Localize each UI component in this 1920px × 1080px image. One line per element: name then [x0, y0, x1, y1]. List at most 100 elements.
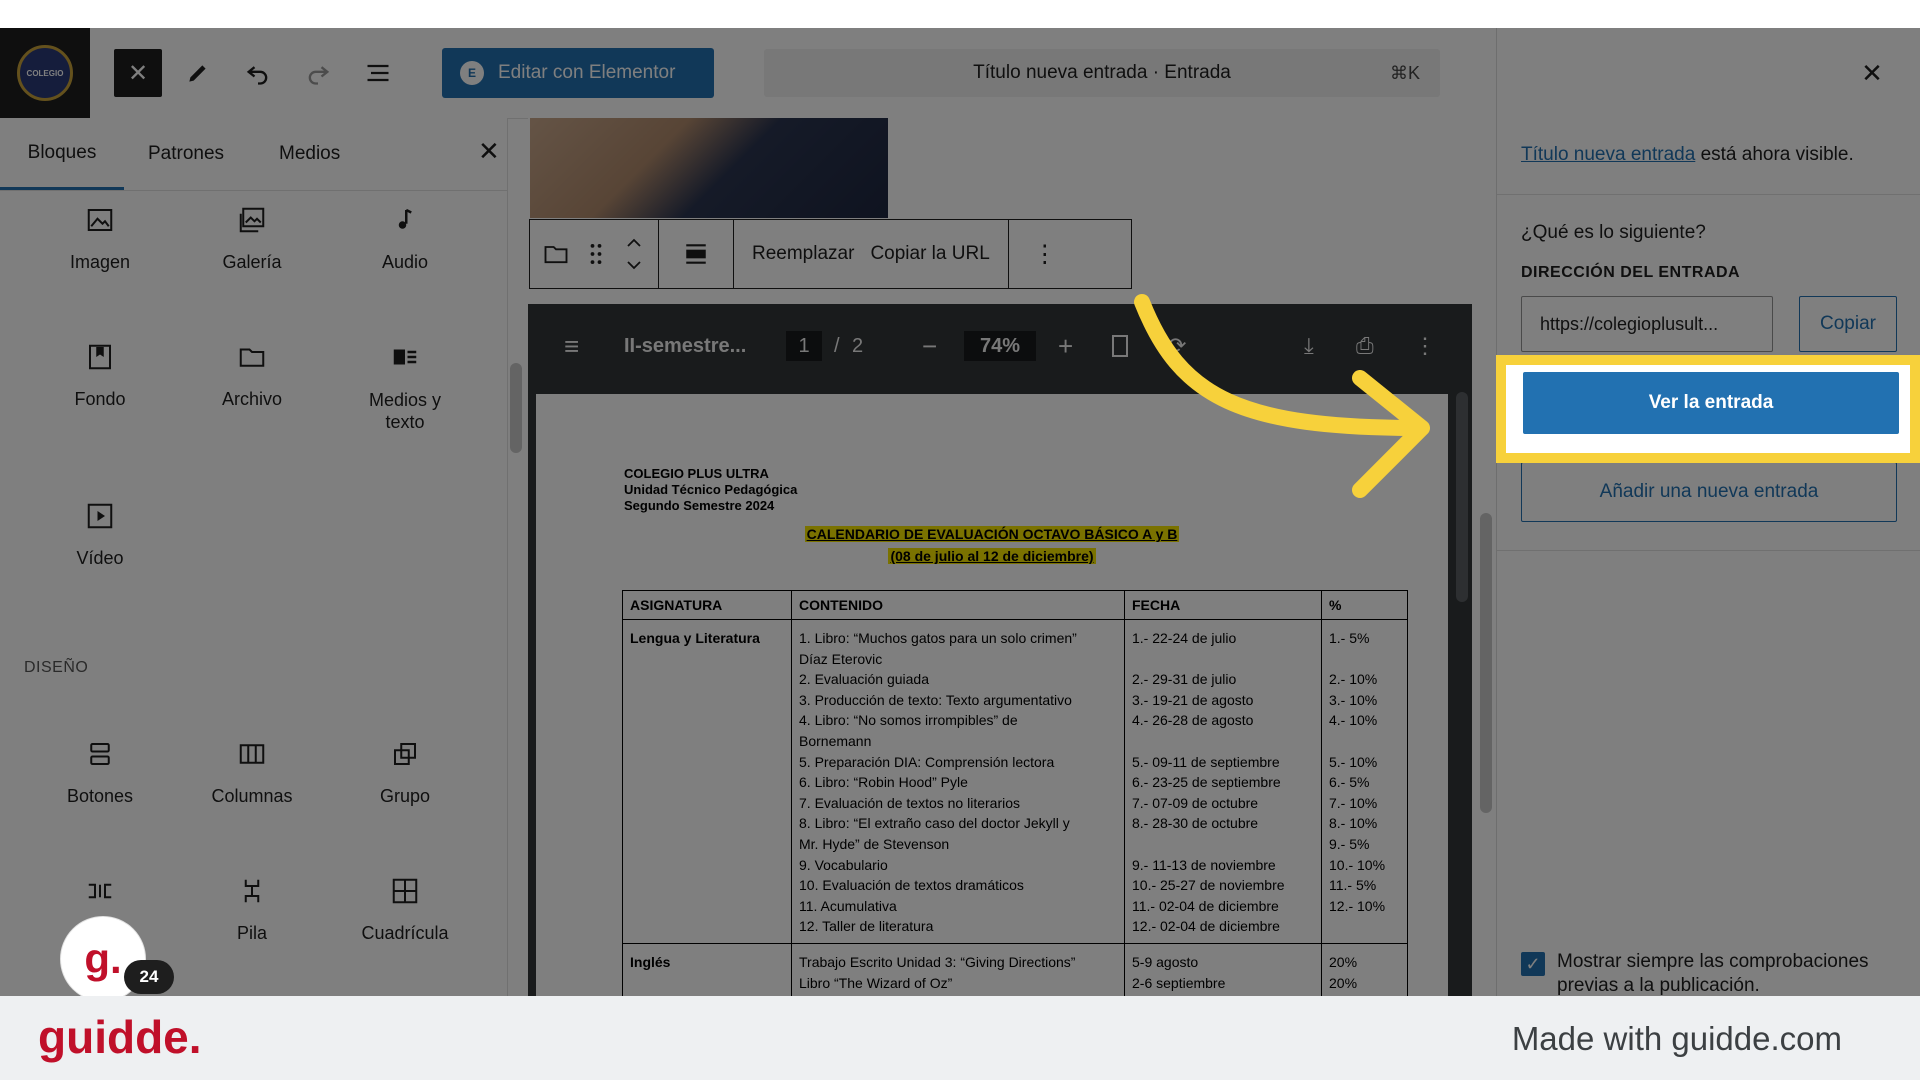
content-cell: 1. Libro: “Muchos gatos para un solo cri…	[791, 619, 1125, 944]
align-button[interactable]	[659, 220, 734, 288]
zoom-level[interactable]: 74%	[964, 331, 1036, 361]
post-image[interactable]	[530, 118, 888, 218]
inserter-scrollbar[interactable]	[510, 363, 522, 453]
percent-line: 6.- 5%	[1329, 774, 1370, 791]
block-audio[interactable]: Audio	[330, 200, 480, 273]
calendar-dates: (08 de julio al 12 de diciembre)	[888, 548, 1096, 564]
content-cell: Trabajo Escrito Unidad 3: “Giving Direct…	[791, 942, 1125, 996]
made-with-label: Made with guidde.com	[1511, 1020, 1842, 1057]
elementor-icon: E	[460, 61, 484, 85]
command-palette-bar[interactable]: Título nueva entrada · Entrada ⌘K	[764, 49, 1440, 97]
page-number-input[interactable]: 1	[786, 331, 822, 361]
drag-handle-icon[interactable]	[586, 240, 606, 268]
published-message: Título nueva entrada está ahora visible.	[1521, 144, 1854, 166]
list-view-icon	[367, 64, 389, 82]
edit-with-elementor-button[interactable]: E Editar con Elementor	[442, 48, 714, 98]
close-icon: ✕	[1861, 57, 1883, 88]
subject-cell: Inglés	[622, 942, 792, 996]
date-cell: 1.- 22-24 de julio 2.- 29-31 de julio 3.-…	[1124, 619, 1322, 944]
buttons-icon	[90, 743, 110, 765]
tab-bloques[interactable]: Bloques	[0, 118, 124, 190]
music-note-icon	[398, 208, 412, 229]
percent-line	[1329, 916, 1400, 937]
calendar-title: CALENDARIO DE EVALUACIÓN OCTAVO BÁSICO A…	[804, 526, 1180, 542]
percent-line	[1329, 731, 1400, 752]
add-new-post-button[interactable]: Añadir una nueva entrada	[1521, 462, 1897, 522]
block-label: Fondo	[74, 389, 126, 409]
tools-button[interactable]	[174, 49, 222, 97]
block-columnas[interactable]: Columnas	[177, 734, 327, 807]
site-logo[interactable]: COLEGIO	[0, 28, 90, 118]
content-line: 1. Libro: “Muchos gatos para un solo cri…	[799, 630, 1077, 646]
table-row: Inglés Trabajo Escrito Unidad 3: “Giving…	[622, 942, 1408, 996]
address-label: DIRECCIÓN DEL ENTRADA	[1521, 264, 1741, 281]
document-title: CALENDARIO DE EVALUACIÓN OCTAVO BÁSICO A…	[536, 526, 1448, 542]
content-line: 2. Evaluación guiada	[799, 671, 929, 688]
zoom-out-icon[interactable]: −	[922, 331, 937, 362]
redo-button[interactable]	[294, 49, 342, 97]
block-galeria[interactable]: Galería	[177, 200, 327, 273]
published-suffix: está ahora visible.	[1695, 144, 1854, 165]
document-overview-button[interactable]	[354, 49, 402, 97]
percent-line: 10.- 10%	[1329, 856, 1386, 873]
more-options-button[interactable]: ⋮	[1009, 220, 1081, 288]
block-type-group	[530, 220, 659, 288]
inserter-tabs: Bloques Patrones Medios ✕	[0, 118, 507, 191]
block-fondo[interactable]: Fondo	[25, 337, 175, 410]
block-medios-y-texto[interactable]: Medios y texto	[330, 337, 480, 433]
replace-button[interactable]: Reemplazar	[752, 243, 854, 265]
percent-line: 5.- 10%	[1329, 753, 1378, 770]
view-post-button[interactable]: Ver la entrada	[1523, 372, 1899, 434]
page-total: 2	[852, 334, 864, 357]
copy-url-button[interactable]: Copiar la URL	[870, 243, 989, 265]
content-line: 9. Vocabulario	[799, 856, 888, 873]
document-header: COLEGIO PLUS ULTRA Unidad Técnico Pedagó…	[624, 466, 797, 514]
divider	[1497, 550, 1920, 551]
date-cell: 5-9 agosto 2-6 septiembre	[1124, 942, 1322, 996]
move-up-down-icon[interactable]	[622, 234, 646, 274]
percent-line: 20%	[1329, 974, 1358, 991]
block-video[interactable]: Vídeo	[25, 496, 175, 569]
editor-header: COLEGIO ✕ E Editar con Elementor Título …	[0, 28, 1920, 119]
date-line: 12.- 02-04 de diciembre	[1132, 918, 1280, 935]
block-pila[interactable]: Pila	[177, 871, 327, 944]
canvas-scrollbar[interactable]	[1480, 513, 1492, 813]
tab-medios[interactable]: Medios	[279, 118, 340, 190]
tab-patrones[interactable]: Patrones	[148, 118, 224, 190]
block-label: Archivo	[221, 389, 283, 409]
percent-line: 7.- 10%	[1329, 794, 1378, 811]
post-url-field[interactable]: https://colegioplusult...	[1521, 296, 1773, 352]
date-line: 1.- 22-24 de julio	[1132, 630, 1237, 646]
date-line: 5.- 09-11 de septiembre	[1132, 753, 1280, 770]
date-line: 5-9 agosto	[1132, 953, 1199, 970]
highlight-box: Ver la entrada	[1496, 355, 1920, 463]
close-panel-button[interactable]: ✕	[1852, 49, 1892, 97]
pdf-scrollbar[interactable]	[1456, 392, 1468, 602]
block-imagen[interactable]: Imagen	[25, 200, 175, 273]
block-botones[interactable]: Botones	[25, 734, 175, 807]
date-line	[1132, 731, 1314, 752]
content-line: Libro “The Wizard of Oz”	[799, 974, 953, 991]
block-toolbar: Reemplazar Copiar la URL ⋮	[529, 219, 1132, 289]
prepublish-checkbox-label: Mostrar siempre las comprobaciones previ…	[1557, 951, 1869, 996]
menu-icon[interactable]: ≡	[564, 331, 579, 362]
post-title-link[interactable]: Título nueva entrada	[1521, 144, 1695, 165]
edit-with-elementor-label: Editar con Elementor	[498, 62, 676, 83]
date-line: 4.- 26-28 de agosto	[1132, 712, 1254, 729]
undo-button[interactable]	[234, 49, 282, 97]
column-header: %	[1321, 590, 1408, 620]
close-inserter-button[interactable]: ✕	[114, 49, 162, 97]
zoom-in-icon[interactable]: +	[1058, 331, 1073, 362]
group-icon	[394, 743, 416, 765]
percent-line: 8.- 10%	[1329, 815, 1378, 832]
prepublish-checkbox[interactable]: ✓	[1521, 952, 1545, 976]
column-header: CONTENIDO	[791, 590, 1125, 620]
close-inserter-icon[interactable]: ✕	[478, 136, 500, 167]
editor-canvas: Reemplazar Copiar la URL ⋮ ≡ II-semestre…	[528, 118, 1496, 996]
folder-icon[interactable]	[542, 240, 570, 268]
copy-url-button[interactable]: Copiar	[1799, 296, 1897, 352]
block-label: Vídeo	[76, 548, 124, 568]
block-archivo[interactable]: Archivo	[177, 337, 327, 410]
block-cuadricula[interactable]: Cuadrícula	[330, 871, 480, 944]
block-grupo[interactable]: Grupo	[330, 734, 480, 807]
